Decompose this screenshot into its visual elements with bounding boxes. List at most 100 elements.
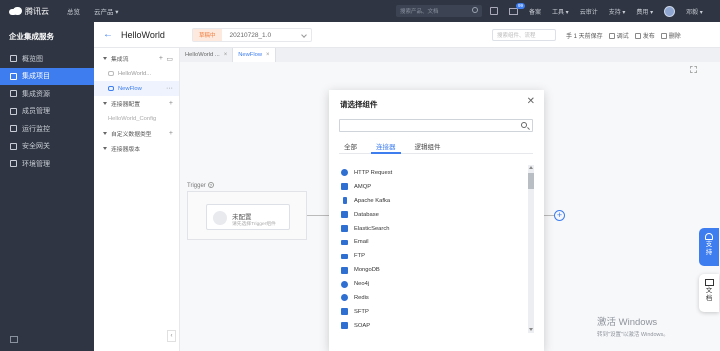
list-item[interactable]: FTP [341, 249, 521, 263]
publish-button[interactable]: 发布 [634, 31, 655, 40]
folder-icon[interactable]: ▭ [166, 55, 173, 63]
publish-icon [634, 32, 641, 39]
sidebar-collapse-icon[interactable] [10, 336, 18, 343]
add-icon[interactable]: + [159, 55, 163, 62]
sidebar-item-label: 集成资源 [22, 90, 50, 98]
document-icon[interactable] [490, 7, 498, 15]
version-select[interactable]: 草稿中 20210728_1.0 [192, 28, 312, 42]
tree-section-flows[interactable]: 集成流 + ▭ [94, 51, 179, 66]
list-item[interactable]: ElasticSearch [341, 222, 521, 236]
tab-all[interactable]: 全部 [339, 141, 362, 154]
sidebar-item-monitor[interactable]: 运行监控 [0, 120, 94, 138]
tab-logic[interactable]: 逻辑组件 [410, 141, 446, 154]
delete-button[interactable]: 删除 [660, 31, 681, 40]
publish-label: 发布 [642, 33, 655, 40]
fullscreen-icon[interactable] [690, 66, 697, 73]
close-icon[interactable]: × [266, 52, 270, 58]
list-item-label: SFTP [354, 308, 369, 315]
tree-section-datatypes[interactable]: 自定义数据类型 + [94, 126, 179, 141]
sidebar-item-gateway[interactable]: 安全网关 [0, 138, 94, 156]
help-icon[interactable]: ? [207, 182, 214, 188]
tree-section-versions[interactable]: 连接器版本 [94, 141, 179, 156]
menu-audit[interactable]: 云审计 [580, 7, 598, 16]
global-search-input[interactable]: 搜索产品、文档 [396, 5, 482, 17]
sidebar-item-resources[interactable]: 集成资源 [0, 85, 94, 103]
avatar[interactable] [664, 5, 676, 17]
tab-newflow[interactable]: NewFlow × [233, 48, 276, 62]
flow-icon [108, 71, 114, 76]
database-icon [341, 211, 348, 219]
list-scrollbar[interactable] [528, 165, 534, 333]
tree-section-label: 集成流 [111, 57, 129, 63]
component-search-field[interactable] [339, 119, 533, 132]
tree-section-connectors[interactable]: 连接器配置 + [94, 96, 179, 111]
book-icon [704, 279, 714, 286]
list-item[interactable]: Neo4j [341, 277, 521, 291]
component-picker-dialog: 请选择组件 ✕ 全部 连接器 逻辑组件 HTTP Request AMQP Ap… [329, 90, 544, 351]
brand-name: 腾讯云 [25, 6, 49, 16]
debug-button[interactable]: 调试 [608, 31, 629, 40]
version-value: 20210728_1.0 [229, 31, 272, 39]
trigger-label: Trigger? [187, 182, 214, 189]
back-arrow-icon[interactable]: ← [103, 29, 113, 40]
top-bar: 腾讯云 总览 云产品 ▾ 搜索产品、文档 99 备案 工具 ▾ 云审计 支持 ▾… [0, 0, 720, 22]
scroll-up-icon[interactable] [529, 166, 533, 169]
support-button[interactable]: 支 持 [699, 228, 719, 266]
list-item[interactable]: Email [341, 235, 521, 249]
list-item[interactable]: MongoDB [341, 263, 521, 277]
list-item[interactable]: Apache Kafka [341, 194, 521, 208]
collapse-panel-button[interactable]: ‹ [167, 330, 176, 342]
chevron-down-icon [301, 32, 307, 38]
add-icon[interactable]: + [169, 130, 173, 137]
sidebar-item-label: 概览图 [22, 55, 43, 63]
tree-item-helloworld[interactable]: HelloWorld... [94, 66, 179, 81]
component-search-input[interactable]: 搜索组件、流程 [492, 29, 556, 41]
sidebar-item-overview[interactable]: 概览图 [0, 50, 94, 68]
list-item[interactable]: AMQP [341, 180, 521, 194]
menu-billing[interactable]: 费用 ▾ [636, 7, 653, 16]
sidebar-item-environment[interactable]: 环境管理 [0, 155, 94, 173]
search-icon[interactable] [472, 7, 478, 13]
tab-connectors[interactable]: 连接器 [371, 141, 401, 154]
status-badge: 草稿中 [193, 29, 222, 41]
support-label-1: 支 [705, 241, 713, 248]
mail-badge: 99 [516, 2, 526, 9]
sidebar-item-members[interactable]: 成员管理 [0, 103, 94, 121]
neo4j-icon [341, 280, 348, 288]
menu-user[interactable]: 邓毅 ▾ [686, 7, 703, 16]
list-item[interactable]: HTTP Request [341, 166, 521, 180]
nav-overview[interactable]: 总览 [60, 6, 87, 16]
list-item[interactable]: SOAP [341, 319, 521, 333]
sidebar-item-projects[interactable]: 集成项目 [0, 67, 94, 85]
brand-logo[interactable]: 腾讯云 [0, 6, 60, 17]
trigger-node[interactable]: 未配置 请先选择Trigger组件 [206, 204, 290, 230]
more-icon[interactable]: ··· [166, 85, 173, 92]
menu-support[interactable]: 支持 ▾ [609, 7, 626, 16]
tree-item-config[interactable]: HelloWorld_Config [94, 111, 179, 126]
scrollbar-thumb[interactable] [528, 173, 534, 189]
sidebar-item-label: 安全网关 [22, 143, 50, 151]
menu-tools[interactable]: 工具 ▾ [552, 7, 569, 16]
mail-icon[interactable]: 99 [509, 2, 526, 15]
list-item-label: ElasticSearch [354, 225, 390, 232]
ftp-icon [341, 253, 348, 259]
menu-beian[interactable]: 备案 [529, 7, 541, 16]
docs-button[interactable]: 文 档 [699, 274, 719, 312]
list-item[interactable]: Database [341, 208, 521, 222]
trigger-hint: 请先选择Trigger组件 [232, 222, 276, 227]
search-icon[interactable] [521, 122, 527, 128]
tab-helloworld[interactable]: HelloWorld ... × [180, 48, 234, 62]
mongodb-icon [341, 266, 348, 274]
scroll-down-icon[interactable] [529, 328, 533, 331]
save-status: 手 1 天前保存 [566, 33, 603, 40]
nav-products[interactable]: 云产品 ▾ [87, 6, 126, 16]
close-button[interactable]: ✕ [527, 96, 535, 108]
add-icon[interactable]: + [169, 100, 173, 107]
add-node-button[interactable]: + [554, 210, 565, 221]
tree-item-newflow[interactable]: NewFlow ··· [94, 81, 179, 96]
close-icon[interactable]: × [224, 52, 228, 58]
flow-connector [307, 215, 329, 216]
list-item[interactable]: Redis [341, 291, 521, 305]
delete-label: 删除 [668, 33, 681, 40]
list-item[interactable]: SFTP [341, 305, 521, 319]
